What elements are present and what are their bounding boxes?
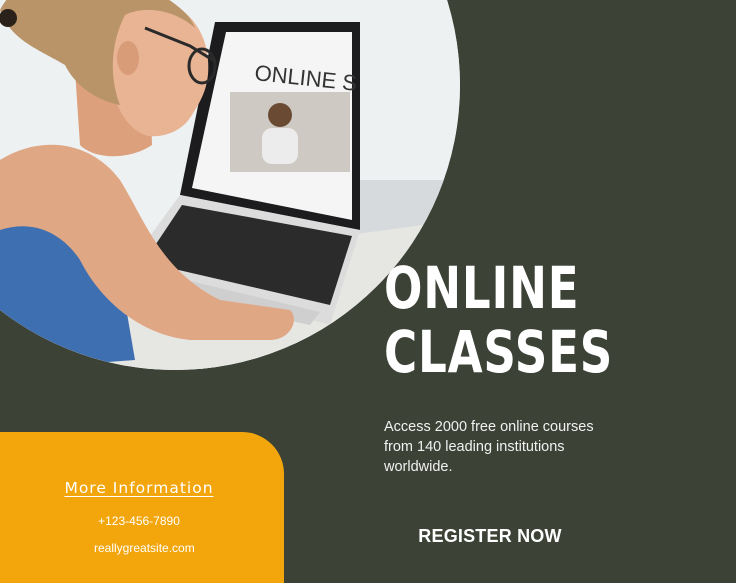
page-title: ONLINE CLASSES	[384, 256, 613, 384]
info-card: More Information +123-456-7890 reallygre…	[0, 432, 284, 583]
phone-number: +123-456-7890	[98, 514, 180, 528]
description: Access 2000 free online courses from 140…	[384, 417, 624, 477]
description-line-3: worldwide.	[384, 459, 453, 475]
title-line-1: ONLINE	[384, 254, 580, 322]
title-line-2: CLASSES	[384, 318, 614, 386]
website-link[interactable]: reallygreatsite.com	[94, 541, 195, 555]
poster: ONLINE S ONLINE CLASSES Access 2000 free…	[0, 0, 736, 583]
description-line-1: Access 2000 free online courses	[384, 419, 594, 435]
description-line-2: from 140 leading institutions	[384, 439, 565, 455]
register-now-button[interactable]: REGISTER NOW	[386, 522, 594, 550]
more-information-link[interactable]: More Information	[0, 479, 278, 497]
